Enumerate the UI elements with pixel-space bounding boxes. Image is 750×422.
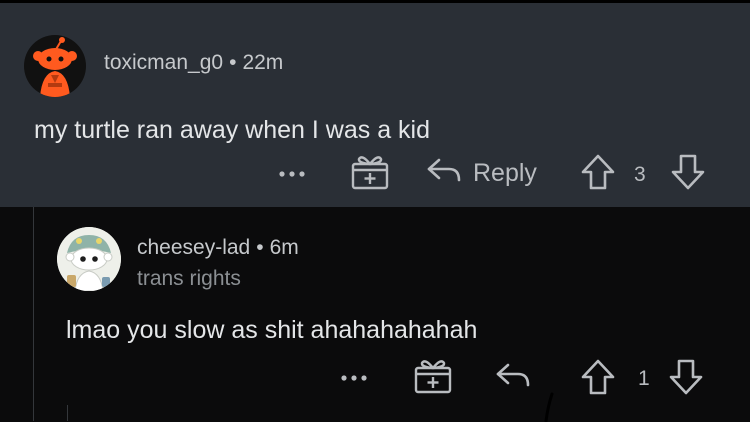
reply-more-dots-icon[interactable]: [338, 368, 378, 388]
comment-timestamp: 22m: [242, 51, 284, 74]
snoo-avatar-green-hat-icon: [57, 227, 121, 291]
stray-stroke: [544, 392, 554, 422]
reply-username-text[interactable]: cheesey-lad: [137, 236, 250, 259]
snoo-avatar-icon: [24, 35, 86, 97]
thread-line[interactable]: [33, 207, 34, 421]
reply-meta-separator: •: [256, 236, 264, 259]
more-dots-icon[interactable]: [276, 163, 316, 183]
reply-timestamp: 6m: [269, 236, 299, 259]
reply-gift-award-icon[interactable]: [413, 355, 453, 395]
vote-score: 3: [634, 163, 646, 186]
reply-downvote-icon[interactable]: [668, 358, 704, 396]
reply-body: lmao you slow as shit ahahahahahah: [66, 316, 478, 344]
reply-vote-score: 1: [638, 367, 650, 390]
thread-line-nested[interactable]: [67, 405, 68, 421]
comment-author[interactable]: toxicman_g0 • 22m: [104, 51, 283, 75]
user-avatar[interactable]: [24, 35, 86, 97]
upvote-icon[interactable]: [580, 153, 616, 191]
comment-body: my turtle ran away when I was a kid: [34, 116, 430, 144]
reply-reply-arrow-icon[interactable]: [494, 361, 532, 391]
reply-arrow-icon[interactable]: [425, 156, 463, 186]
reply-author[interactable]: cheesey-lad • 6m: [137, 236, 299, 260]
user-flair: trans rights: [137, 267, 241, 290]
reply-button[interactable]: Reply: [473, 159, 537, 188]
gift-award-icon[interactable]: [350, 151, 390, 191]
parent-comment: toxicman_g0 • 22m my turtle ran away when …: [0, 3, 750, 207]
reply-user-avatar[interactable]: [57, 227, 121, 291]
reply-upvote-icon[interactable]: [580, 358, 616, 396]
downvote-icon[interactable]: [670, 153, 706, 191]
username-text[interactable]: toxicman_g0: [104, 51, 223, 74]
meta-separator: •: [229, 51, 237, 74]
